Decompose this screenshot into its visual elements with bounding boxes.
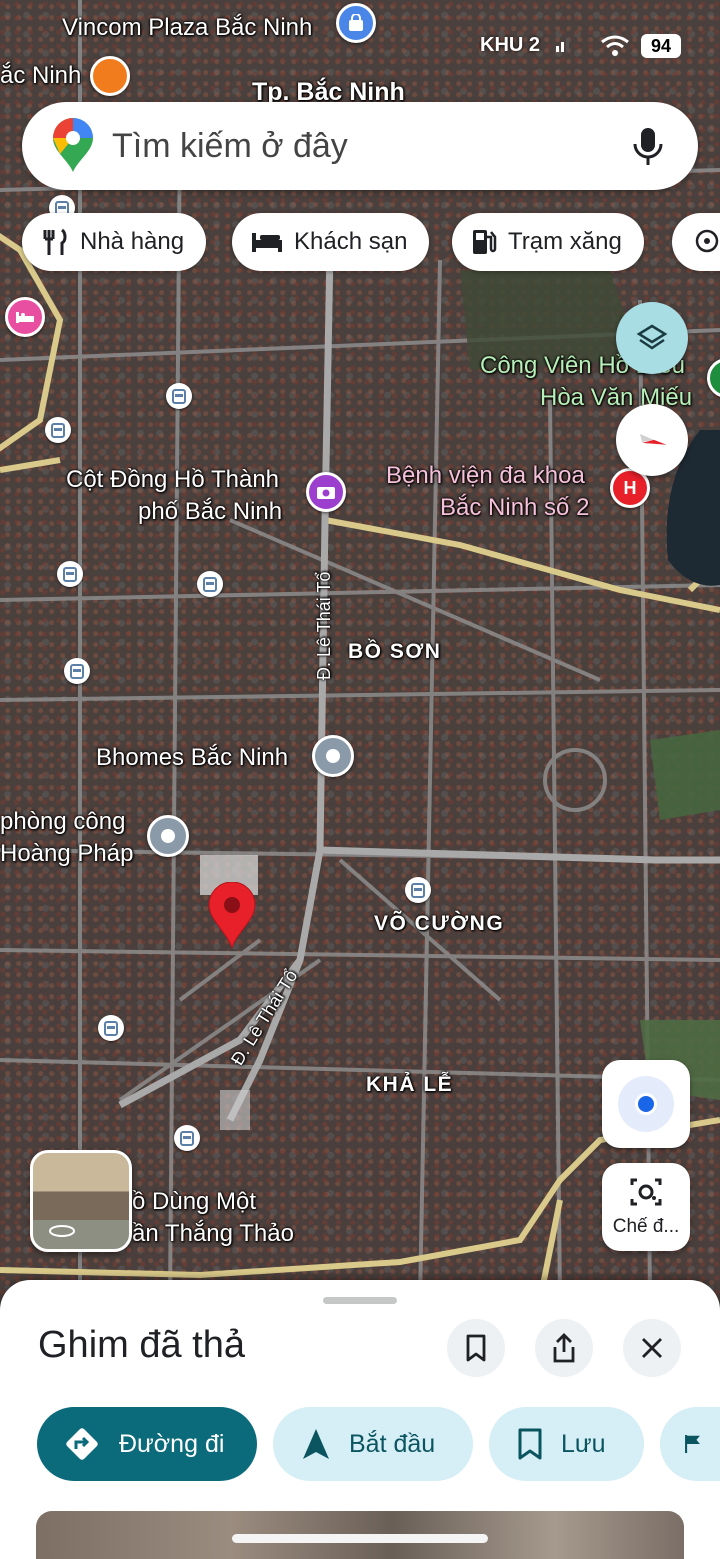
sheet-title: Ghim đã thả [38, 1324, 245, 1366]
map-view[interactable]: Vincom Plaza Bắc Ninh ắc Ninh Tp. Bắc Ni… [0, 0, 720, 1300]
map-label-vo-cuong: VÕ CƯỜNG [374, 912, 505, 935]
save-pin-button[interactable] [447, 1319, 505, 1377]
bus-stop-icon[interactable] [197, 571, 223, 597]
layers-icon [636, 324, 668, 350]
start-label: Bắt đầu [349, 1429, 436, 1458]
attraction-icon [695, 229, 719, 253]
hotel-icon [252, 233, 282, 252]
restaurant-icon [43, 228, 67, 255]
lens-mode-button[interactable]: Chế đ... [602, 1163, 690, 1251]
compass-icon [640, 434, 667, 445]
orange-poi-icon[interactable] [90, 56, 130, 96]
street-view-thumbnail[interactable] [30, 1150, 132, 1252]
bus-stop-icon[interactable] [64, 658, 90, 684]
map-label-store-line2[interactable]: ần Thắng Thảo [132, 1218, 294, 1250]
map-label-monument-line2[interactable]: phố Bắc Ninh [138, 496, 282, 528]
chip-label: Khách sạn [294, 228, 408, 255]
chip-hotels[interactable]: Khách sạn [232, 213, 430, 271]
more-actions-button[interactable] [660, 1407, 720, 1481]
my-location-icon [618, 1076, 674, 1132]
battery-level: 94 [650, 35, 672, 56]
signal-icon [556, 38, 569, 52]
map-label-office-line2[interactable]: Hoàng Pháp [0, 838, 133, 870]
lens-mode-label: Chế đ... [612, 1216, 680, 1237]
map-label-store-line1[interactable]: ồ Dùng Một [132, 1186, 256, 1218]
bus-stop-icon[interactable] [98, 1015, 124, 1041]
layers-button[interactable] [616, 302, 688, 374]
status-carrier: KHU 2 [480, 34, 541, 56]
bus-stop-icon[interactable] [405, 877, 431, 903]
bus-stop-icon[interactable] [166, 383, 192, 409]
camera-icon[interactable] [306, 472, 346, 512]
shopping-bag-icon[interactable] [336, 3, 376, 43]
save-button[interactable]: Lưu [489, 1407, 644, 1481]
share-icon [553, 1333, 575, 1363]
google-maps-pin-icon [53, 118, 93, 172]
place-pin-icon[interactable] [147, 815, 189, 857]
map-label-hospital-line1[interactable]: Bệnh viện đa khoa [386, 460, 585, 492]
start-button[interactable]: Bắt đầu [273, 1407, 473, 1481]
directions-label: Đường đi [119, 1429, 225, 1458]
dropped-pin-icon[interactable] [207, 882, 257, 950]
map-label-hospital-line2[interactable]: Bắc Ninh số 2 [440, 492, 589, 524]
bookmark-icon [518, 1428, 542, 1460]
map-label-bac-ninh-edge: ắc Ninh [0, 62, 82, 89]
close-button[interactable] [623, 1319, 681, 1377]
rotate-360-icon [49, 1225, 75, 1237]
directions-button[interactable]: Đường đi [37, 1407, 257, 1481]
directions-icon [66, 1428, 98, 1460]
chip-label: Nhà hàng [80, 228, 185, 255]
close-icon [642, 1338, 662, 1358]
map-label-kha-le: KHẢ LỄ [366, 1073, 454, 1096]
hospital-badge-label: H [623, 477, 637, 498]
map-label-bhomes[interactable]: Bhomes Bắc Ninh [96, 742, 288, 774]
battery-indicator: 94 [641, 34, 681, 58]
map-label-street-le-thai-to: Đ. Lê Thái Tổ [314, 571, 334, 680]
map-label-bo-son: BỒ SƠN [348, 640, 442, 663]
gas-station-icon [473, 230, 497, 254]
flag-icon [685, 1435, 700, 1453]
my-location-button[interactable] [602, 1060, 690, 1148]
mic-icon[interactable] [626, 124, 670, 168]
chip-label: Trạm xăng [508, 228, 622, 255]
chip-restaurants[interactable]: Nhà hàng [22, 213, 207, 271]
search-input[interactable]: Tìm kiếm ở đây [112, 127, 626, 166]
camera-lens-icon [630, 1178, 662, 1206]
share-button[interactable] [535, 1319, 593, 1377]
map-label-office-line1[interactable]: phòng công [0, 806, 125, 838]
home-indicator[interactable] [232, 1534, 488, 1543]
bottom-sheet[interactable]: Ghim đã thả Đường đi Bắt đầu Lưu [0, 1280, 720, 1559]
navigation-arrow-icon [303, 1429, 329, 1459]
hotel-icon[interactable] [5, 297, 45, 337]
map-label-vincom[interactable]: Vincom Plaza Bắc Ninh [62, 12, 312, 44]
bus-stop-icon[interactable] [45, 417, 71, 443]
compass-button[interactable] [616, 404, 688, 476]
place-pin-icon[interactable] [312, 735, 354, 777]
bus-stop-icon[interactable] [57, 561, 83, 587]
sheet-drag-handle[interactable] [323, 1297, 397, 1304]
save-label: Lưu [561, 1429, 606, 1458]
chip-gas-stations[interactable]: Trạm xăng [452, 213, 644, 271]
wifi-icon [601, 35, 629, 56]
bus-stop-icon[interactable] [174, 1125, 200, 1151]
map-label-monument-line1[interactable]: Cột Đồng Hồ Thành [66, 464, 279, 496]
search-bar[interactable]: Tìm kiếm ở đây [22, 102, 698, 190]
bookmark-icon [466, 1334, 486, 1362]
